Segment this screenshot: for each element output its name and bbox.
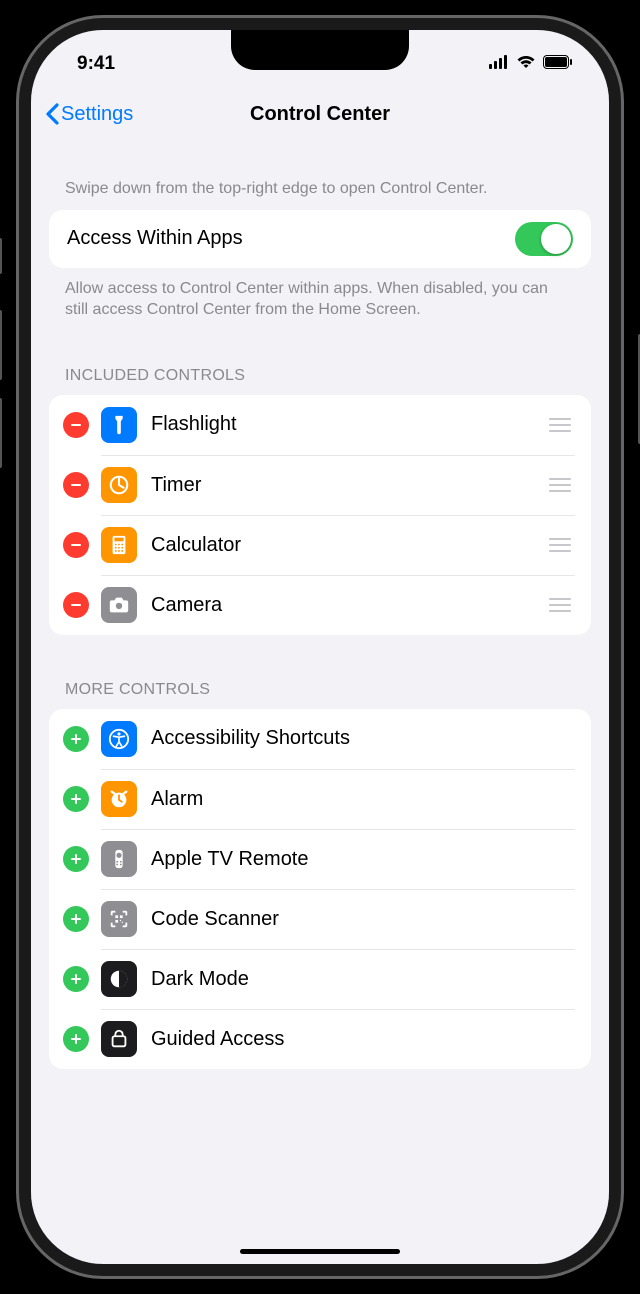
accessibility-icon [101,721,137,757]
nav-bar: Settings Control Center [31,86,609,142]
back-label: Settings [61,103,133,126]
timer-icon [101,467,137,503]
control-row: Code Scanner [49,889,591,949]
control-row: Timer [49,455,591,515]
remove-button[interactable] [63,472,89,498]
home-indicator[interactable] [240,1249,400,1254]
add-button[interactable] [63,846,89,872]
control-label: Code Scanner [151,908,575,931]
control-label: Camera [151,594,531,617]
toggle-label: Access Within Apps [67,227,243,250]
status-time: 9:41 [61,53,115,75]
remove-button[interactable] [63,532,89,558]
add-button[interactable] [63,786,89,812]
toggle-footer: Allow access to Control Center within ap… [49,268,591,321]
included-header: Included Controls [49,321,591,395]
control-label: Flashlight [151,413,531,436]
control-row: Accessibility Shortcuts [49,709,591,769]
tvremote-icon [101,841,137,877]
intro-description: Swipe down from the top-right edge to op… [49,142,591,210]
add-button[interactable] [63,1026,89,1052]
screen: 9:41 Settings Control Center Swip [31,30,609,1264]
qrcode-icon [101,901,137,937]
chevron-left-icon [45,103,59,125]
phone-frame: 9:41 Settings Control Center Swip [19,18,621,1276]
add-button[interactable] [63,726,89,752]
cellular-icon [489,53,509,75]
darkmode-icon [101,961,137,997]
drag-handle[interactable] [545,534,575,556]
page-title: Control Center [250,103,390,126]
content-area[interactable]: Swipe down from the top-right edge to op… [31,142,609,1264]
access-within-apps-row[interactable]: Access Within Apps [49,210,591,268]
flashlight-icon [101,407,137,443]
control-label: Dark Mode [151,968,575,991]
camera-icon [101,587,137,623]
control-label: Timer [151,474,531,497]
control-row: Flashlight [49,395,591,455]
wifi-icon [516,53,536,75]
control-row: Calculator [49,515,591,575]
back-button[interactable]: Settings [39,99,139,130]
control-row: Apple TV Remote [49,829,591,889]
calculator-icon [101,527,137,563]
remove-button[interactable] [63,592,89,618]
drag-handle[interactable] [545,474,575,496]
control-label: Calculator [151,534,531,557]
control-row: Dark Mode [49,949,591,1009]
control-label: Apple TV Remote [151,848,575,871]
add-button[interactable] [63,966,89,992]
battery-icon [543,53,573,75]
access-toggle[interactable] [515,222,573,256]
control-label: Guided Access [151,1028,575,1051]
alarm-icon [101,781,137,817]
more-list: Accessibility Shortcuts Alarm Apple TV Rem… [49,709,591,1069]
control-label: Alarm [151,788,575,811]
notch [231,30,409,70]
included-list: Flashlight Timer Calculator Camera [49,395,591,635]
toggle-knob [541,224,571,254]
add-button[interactable] [63,906,89,932]
control-label: Accessibility Shortcuts [151,727,575,750]
control-row: Alarm [49,769,591,829]
guided-icon [101,1021,137,1057]
control-row: Camera [49,575,591,635]
drag-handle[interactable] [545,414,575,436]
remove-button[interactable] [63,412,89,438]
drag-handle[interactable] [545,594,575,616]
more-header: More Controls [49,635,591,709]
access-toggle-card: Access Within Apps [49,210,591,268]
control-row: Guided Access [49,1009,591,1069]
